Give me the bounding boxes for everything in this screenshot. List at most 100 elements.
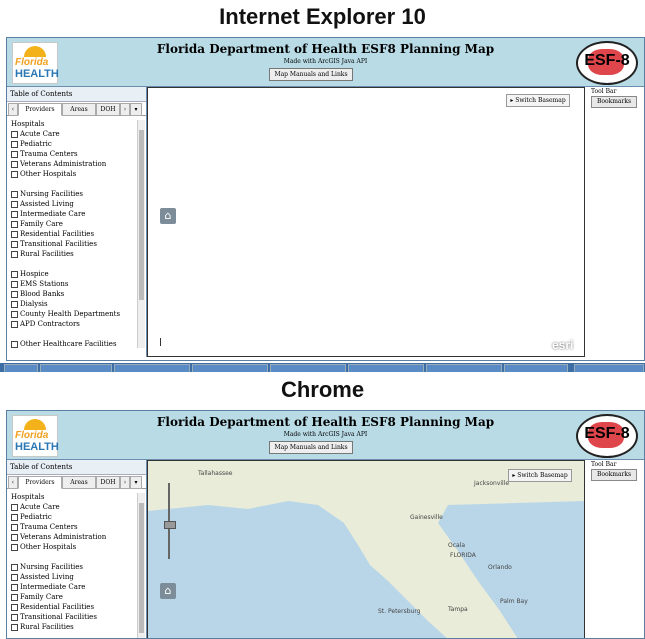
map-manuals-button[interactable]: Map Manuals and Links xyxy=(269,441,353,454)
taskbar-item[interactable] xyxy=(504,364,568,372)
checkbox[interactable] xyxy=(11,220,18,228)
checkbox[interactable] xyxy=(11,290,18,298)
checkbox[interactable] xyxy=(11,300,18,308)
checkbox[interactable] xyxy=(11,240,18,248)
checkbox[interactable] xyxy=(11,603,18,611)
group-title-hospitals: Hospitals xyxy=(11,493,45,501)
checkbox[interactable] xyxy=(11,533,18,541)
checkbox[interactable] xyxy=(11,503,18,511)
layer-nursing-facilities[interactable]: Nursing Facilities xyxy=(11,189,133,199)
layer-assisted-living[interactable]: Assisted Living xyxy=(11,572,133,582)
checkbox[interactable] xyxy=(11,523,18,531)
layer-rural-facilities[interactable]: Rural Facilities xyxy=(11,622,133,632)
layer-ems-stations[interactable]: EMS Stations xyxy=(11,279,133,289)
layer-acute-care[interactable]: Acute Care xyxy=(11,129,133,139)
layer-trauma-centers[interactable]: Trauma Centers xyxy=(11,149,133,159)
ie-map-view[interactable]: ▸ Switch Basemap ⌂ esri xyxy=(147,87,585,357)
tab-scroll-left-icon[interactable]: ‹ xyxy=(8,476,18,489)
checkbox[interactable] xyxy=(11,310,18,318)
map-manuals-button[interactable]: Map Manuals and Links xyxy=(269,68,353,81)
layer-nursing-facilities[interactable]: Nursing Facilities xyxy=(11,562,133,572)
taskbar-item[interactable] xyxy=(40,364,112,372)
layer-hospice[interactable]: Hospice xyxy=(11,269,133,279)
layer-other-hospitals[interactable]: Other Hospitals xyxy=(11,169,133,179)
checkbox[interactable] xyxy=(11,250,18,258)
checkbox[interactable] xyxy=(11,340,18,348)
layer-apd-contractors[interactable]: APD Contractors xyxy=(11,319,133,329)
layer-family-care[interactable]: Family Care xyxy=(11,592,133,602)
tab-scroll-left-icon[interactable]: ‹ xyxy=(8,103,18,116)
checkbox[interactable] xyxy=(11,513,18,521)
chrome-map-view[interactable]: Tallahassee Jacksonville Gainesville Oca… xyxy=(147,460,585,638)
toc-scrollbar[interactable] xyxy=(137,120,145,348)
home-icon[interactable]: ⌂ xyxy=(160,208,176,224)
taskbar-item[interactable] xyxy=(426,364,502,372)
layer-intermediate-care[interactable]: Intermediate Care xyxy=(11,582,133,592)
checkbox[interactable] xyxy=(11,593,18,601)
place-label-jacksonville: Jacksonville xyxy=(473,480,509,487)
checkbox[interactable] xyxy=(11,543,18,551)
scrollbar-thumb[interactable] xyxy=(139,503,144,633)
checkbox[interactable] xyxy=(11,623,18,631)
checkbox[interactable] xyxy=(11,613,18,621)
checkbox[interactable] xyxy=(11,320,18,328)
tab-doh[interactable]: DOH xyxy=(96,103,120,116)
layer-pediatric[interactable]: Pediatric xyxy=(11,512,133,522)
taskbar-clock[interactable] xyxy=(574,364,644,372)
bookmarks-button[interactable]: Bookmarks xyxy=(591,469,637,481)
tab-areas[interactable]: Areas xyxy=(62,103,96,116)
tab-providers[interactable]: Providers xyxy=(18,476,62,489)
layer-other-hospitals[interactable]: Other Hospitals xyxy=(11,542,133,552)
layer-county-health-departments[interactable]: County Health Departments xyxy=(11,309,133,319)
zoom-slider-handle[interactable] xyxy=(164,521,176,529)
layer-family-care[interactable]: Family Care xyxy=(11,219,133,229)
tab-doh[interactable]: DOH xyxy=(96,476,120,489)
layer-transitional-facilities[interactable]: Transitional Facilities xyxy=(11,239,133,249)
checkbox[interactable] xyxy=(11,130,18,138)
switch-basemap-button[interactable]: ▸ Switch Basemap xyxy=(508,469,572,482)
taskbar-item[interactable] xyxy=(270,364,346,372)
home-icon[interactable]: ⌂ xyxy=(160,583,176,599)
checkbox[interactable] xyxy=(11,160,18,168)
layer-assisted-living[interactable]: Assisted Living xyxy=(11,199,133,209)
checkbox[interactable] xyxy=(11,140,18,148)
tab-areas[interactable]: Areas xyxy=(62,476,96,489)
layer-trauma-centers[interactable]: Trauma Centers xyxy=(11,522,133,532)
checkbox[interactable] xyxy=(11,280,18,288)
checkbox[interactable] xyxy=(11,573,18,581)
tab-scroll-right-icon[interactable]: › xyxy=(120,476,130,489)
layer-veterans-administration[interactable]: Veterans Administration xyxy=(11,532,133,542)
layer-rural-facilities[interactable]: Rural Facilities xyxy=(11,249,133,259)
layer-veterans-administration[interactable]: Veterans Administration xyxy=(11,159,133,169)
taskbar-item[interactable] xyxy=(192,364,268,372)
checkbox[interactable] xyxy=(11,563,18,571)
taskbar-item[interactable] xyxy=(348,364,424,372)
checkbox[interactable] xyxy=(11,583,18,591)
tab-providers[interactable]: Providers xyxy=(18,103,62,116)
taskbar-item[interactable] xyxy=(4,364,38,372)
checkbox[interactable] xyxy=(11,190,18,198)
layer-transitional-facilities[interactable]: Transitional Facilities xyxy=(11,612,133,622)
tab-menu-icon[interactable]: ▾ xyxy=(130,476,142,489)
layer-residential-facilities[interactable]: Residential Facilities xyxy=(11,229,133,239)
bookmarks-button[interactable]: Bookmarks xyxy=(591,96,637,108)
checkbox[interactable] xyxy=(11,230,18,238)
layer-other-healthcare-facilities[interactable]: Other Healthcare Facilities xyxy=(11,339,133,349)
layer-residential-facilities[interactable]: Residential Facilities xyxy=(11,602,133,612)
layer-pediatric[interactable]: Pediatric xyxy=(11,139,133,149)
taskbar-item[interactable] xyxy=(114,364,190,372)
scrollbar-thumb[interactable] xyxy=(139,130,144,300)
checkbox[interactable] xyxy=(11,170,18,178)
tab-scroll-right-icon[interactable]: › xyxy=(120,103,130,116)
layer-blood-banks[interactable]: Blood Banks xyxy=(11,289,133,299)
tab-menu-icon[interactable]: ▾ xyxy=(130,103,142,116)
checkbox[interactable] xyxy=(11,200,18,208)
toc-scrollbar[interactable] xyxy=(137,493,145,638)
checkbox[interactable] xyxy=(11,270,18,278)
checkbox[interactable] xyxy=(11,210,18,218)
switch-basemap-button[interactable]: ▸ Switch Basemap xyxy=(506,94,570,107)
checkbox[interactable] xyxy=(11,150,18,158)
layer-intermediate-care[interactable]: Intermediate Care xyxy=(11,209,133,219)
layer-dialysis[interactable]: Dialysis xyxy=(11,299,133,309)
layer-acute-care[interactable]: Acute Care xyxy=(11,502,133,512)
